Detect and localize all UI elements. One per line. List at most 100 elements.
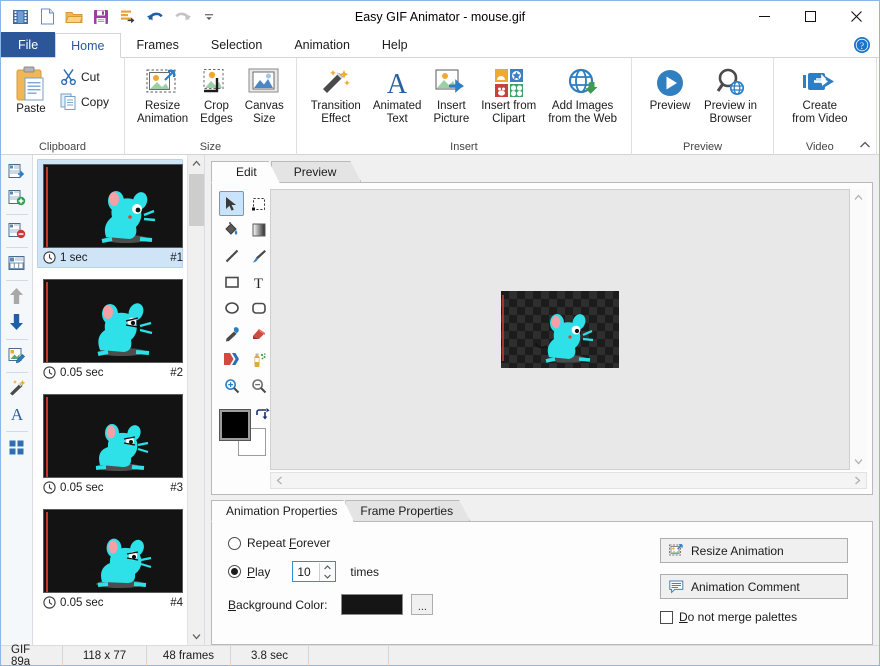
minimize-button[interactable] <box>741 1 787 32</box>
play-times-row[interactable]: Play <box>228 561 660 582</box>
tool-grid: T <box>219 191 268 398</box>
preview-button[interactable]: Preview <box>642 62 698 114</box>
frame-list-item-2[interactable]: 0.05 sec #2 <box>37 274 183 383</box>
canvas-horizontal-scrollbar[interactable] <box>270 472 867 489</box>
ellipse-tool[interactable] <box>219 295 244 320</box>
zoom-in-tool[interactable] <box>219 373 244 398</box>
preview-browser-button[interactable]: Preview inBrowser <box>698 62 763 127</box>
frame-grid-icon[interactable] <box>4 251 30 275</box>
close-button[interactable] <box>833 1 879 32</box>
chevron-up-icon[interactable] <box>857 138 873 152</box>
tab-help[interactable]: Help <box>366 32 424 57</box>
canvas-image[interactable] <box>501 291 619 368</box>
frame-list-item-3[interactable]: 0.05 sec #3 <box>37 389 183 498</box>
preview-play-icon <box>654 66 686 100</box>
canvas-vertical-scrollbar[interactable] <box>850 189 867 470</box>
frames-scroll-thumb[interactable] <box>189 174 204 226</box>
new-file-icon[interactable] <box>34 4 60 29</box>
tab-file[interactable]: File <box>1 32 55 57</box>
magic-wand-icon[interactable] <box>4 376 30 400</box>
play-count-stepper[interactable] <box>292 561 336 582</box>
save-icon[interactable] <box>88 4 114 29</box>
export-frames-icon[interactable] <box>4 159 30 183</box>
crop-edges-button[interactable]: CropEdges <box>194 62 239 127</box>
tab-animation-properties[interactable]: Animation Properties <box>211 500 354 522</box>
paint-bucket-tool[interactable] <box>219 217 244 242</box>
frames-list[interactable]: 1 sec #1 <box>33 155 187 645</box>
open-file-icon[interactable] <box>61 4 87 29</box>
canvas-viewport[interactable] <box>270 189 850 470</box>
insert-picture-label: InsertPicture <box>433 100 469 126</box>
move-down-icon[interactable] <box>4 310 30 334</box>
cut-button[interactable]: Cut <box>53 64 116 89</box>
stepper-down-icon[interactable] <box>320 572 335 581</box>
add-images-web-button[interactable]: Add Imagesfrom the Web <box>542 62 623 127</box>
tab-animation[interactable]: Animation <box>278 32 366 57</box>
background-color-preview[interactable] <box>341 594 403 615</box>
scroll-down-icon[interactable] <box>850 453 867 470</box>
text-tool-icon[interactable]: A <box>4 402 30 426</box>
save-as-icon[interactable] <box>115 4 141 29</box>
maximize-button[interactable] <box>787 1 833 32</box>
animated-text-button[interactable]: A AnimatedText <box>367 62 428 127</box>
undo-icon[interactable] <box>142 4 168 29</box>
background-color-browse-button[interactable]: ... <box>411 594 433 615</box>
scroll-left-icon[interactable] <box>271 473 288 488</box>
canvas-scroll-track[interactable] <box>850 206 867 453</box>
resize-animation-side-button[interactable]: Resize Animation <box>660 538 848 563</box>
transition-effect-button[interactable]: TransitionEffect <box>305 62 367 127</box>
line-tool[interactable] <box>219 243 244 268</box>
copy-button[interactable]: Copy <box>53 89 116 114</box>
insert-clipart-button[interactable]: Insert fromClipart <box>475 62 542 127</box>
tab-selection[interactable]: Selection <box>195 32 278 57</box>
svg-text:?: ? <box>860 41 864 51</box>
stepper-buttons[interactable] <box>319 563 335 581</box>
replace-color-tool[interactable] <box>219 347 244 372</box>
window-controls <box>741 1 879 32</box>
paste-label: Paste <box>16 103 45 116</box>
tab-frames[interactable]: Frames <box>121 32 195 57</box>
rectangle-tool[interactable] <box>219 269 244 294</box>
delete-frame-icon[interactable] <box>4 218 30 242</box>
move-up-icon[interactable] <box>4 284 30 308</box>
scroll-down-icon[interactable] <box>188 628 205 645</box>
repeat-forever-row[interactable]: Repeat Forever <box>228 536 660 550</box>
tab-preview[interactable]: Preview <box>271 161 362 182</box>
insert-picture-button[interactable]: InsertPicture <box>427 62 475 127</box>
animation-comment-button[interactable]: Animation Comment <box>660 574 848 599</box>
eyedropper-tool[interactable] <box>219 321 244 346</box>
canvas-size-button[interactable]: CanvasSize <box>239 62 290 127</box>
play-radio[interactable] <box>228 565 241 578</box>
scroll-up-icon[interactable] <box>850 189 867 206</box>
canvas-hscroll-track[interactable] <box>288 473 849 488</box>
pointer-tool[interactable] <box>219 191 244 216</box>
tiles-view-icon[interactable] <box>4 435 30 459</box>
frame-meta: 0.05 sec #2 <box>43 366 183 379</box>
play-count-input[interactable] <box>293 565 319 579</box>
swap-colors-icon[interactable] <box>254 408 270 424</box>
do-not-merge-palettes-checkbox[interactable] <box>660 611 673 624</box>
status-extra-2 <box>389 646 879 666</box>
frame-list-item-1[interactable]: 1 sec #1 <box>37 159 183 268</box>
frames-scroll-track[interactable] <box>188 172 205 628</box>
frame-list-item-4[interactable]: 0.05 sec #4 <box>37 504 183 613</box>
frames-scrollbar[interactable] <box>187 155 204 645</box>
stepper-up-icon[interactable] <box>320 563 335 572</box>
properties-tabs: Animation Properties Frame Properties <box>211 499 873 521</box>
tab-frame-properties[interactable]: Frame Properties <box>345 500 470 521</box>
customize-qat-icon[interactable] <box>196 4 222 29</box>
resize-animation-button[interactable]: ResizeAnimation <box>131 62 194 127</box>
scroll-right-icon[interactable] <box>849 473 866 488</box>
tab-edit[interactable]: Edit <box>211 161 280 183</box>
help-circle-icon[interactable]: ? <box>853 36 871 54</box>
merge-palettes-row[interactable]: Do not merge palettes <box>660 610 856 624</box>
repeat-forever-radio[interactable] <box>228 537 241 550</box>
scroll-up-icon[interactable] <box>188 155 205 172</box>
create-from-video-button[interactable]: Createfrom Video <box>786 62 853 127</box>
animation-properties-panel: Repeat Forever Play <box>211 521 873 645</box>
foreground-color-swatch[interactable] <box>220 410 250 440</box>
paste-button[interactable]: Paste <box>9 62 53 117</box>
add-frame-icon[interactable] <box>4 185 30 209</box>
edit-frame-icon[interactable] <box>4 343 30 367</box>
tab-home[interactable]: Home <box>55 33 120 58</box>
